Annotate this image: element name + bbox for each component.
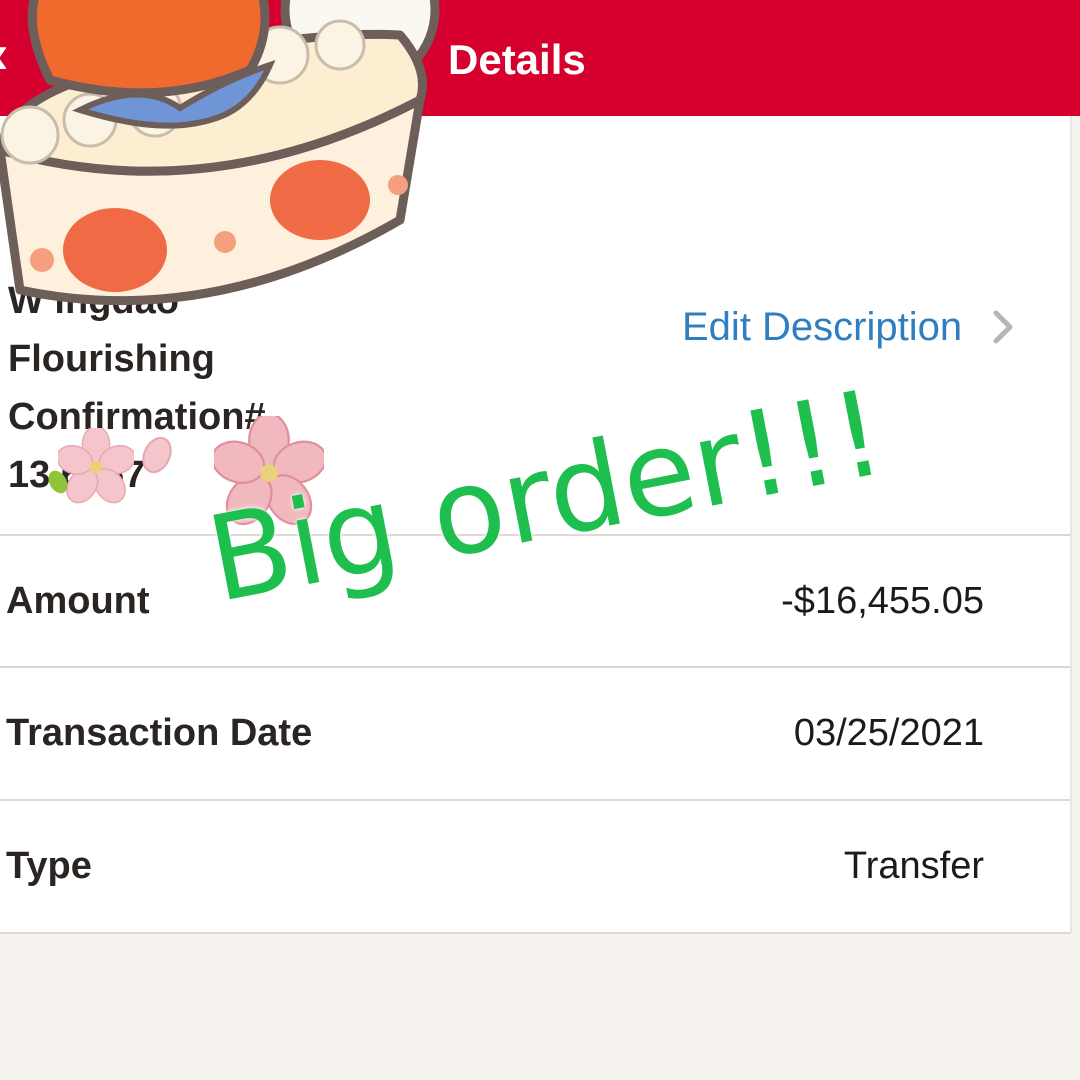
- transaction-date-row: Transaction Date 03/25/2021: [0, 666, 1070, 800]
- edit-description-label: Edit Description: [682, 305, 963, 349]
- leaf-sticker: [48, 470, 68, 494]
- chevron-right-icon: [993, 310, 1013, 344]
- edit-description-button[interactable]: Edit Description: [682, 300, 1018, 354]
- transaction-date-value: 03/25/2021: [793, 712, 984, 754]
- amount-label: Amount: [6, 580, 150, 622]
- type-label: Type: [6, 845, 92, 887]
- page-title: Details: [448, 36, 586, 83]
- type-value: Transfer: [843, 845, 984, 887]
- type-row: Type Transfer: [0, 799, 1070, 933]
- transaction-date-label: Transaction Date: [6, 712, 313, 754]
- cherry-blossom-petal-sticker: [142, 436, 172, 474]
- divider: [0, 932, 1070, 934]
- cake-sticker: [0, 0, 440, 306]
- amount-value: -$16,455.05: [781, 580, 984, 622]
